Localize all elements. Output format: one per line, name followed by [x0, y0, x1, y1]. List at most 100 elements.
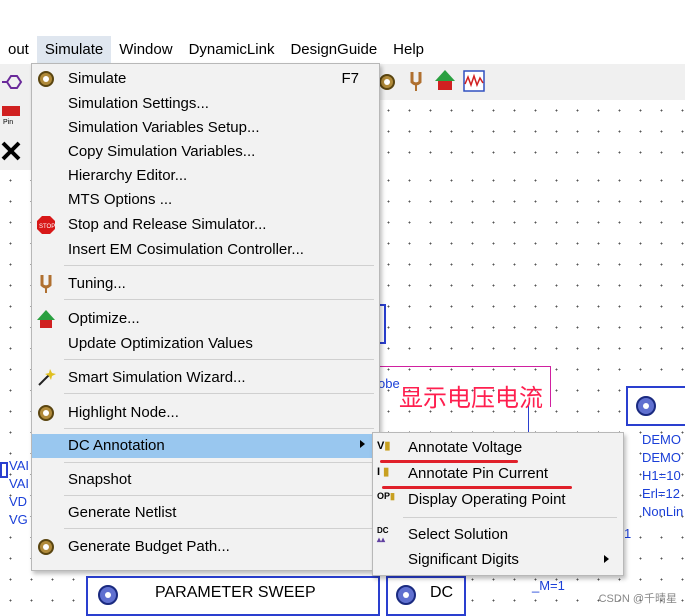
optimize-arrow-icon [37, 310, 55, 328]
menu-item-label: Highlight Node... [68, 404, 179, 421]
stop-icon: STOP [37, 216, 55, 234]
tuning-fork-icon[interactable] [405, 70, 427, 92]
menu-simulate[interactable]: Simulate [36, 36, 112, 64]
budget-gear-icon [38, 539, 54, 555]
menu-window[interactable]: Window [111, 36, 180, 64]
dc-annotation-submenu: V▮ Annotate Voltage I ▮ Annotate Pin Cur… [372, 432, 624, 576]
submenu-item-label: Display Operating Point [408, 491, 566, 508]
svg-text:STOP: STOP [39, 224, 55, 230]
menu-designguide[interactable]: DesignGuide [282, 36, 385, 64]
waveform-icon[interactable] [463, 70, 485, 92]
submenu-item-label: Select Solution [408, 526, 509, 543]
menu-layout[interactable]: out [0, 36, 37, 64]
menu-separator [64, 393, 374, 394]
shortcut-label: F7 [341, 70, 359, 87]
submenu-item-significant-digits[interactable]: Significant Digits [373, 548, 623, 572]
left-label-3: VD [9, 494, 28, 509]
left-label-2: VAI [9, 476, 29, 491]
menu-help[interactable]: Help [385, 36, 432, 64]
menu-item-label: Tuning... [68, 275, 126, 292]
menu-item-snapshot[interactable]: Snapshot [32, 468, 379, 492]
highlight-gear-icon [38, 405, 54, 421]
submenu-arrow-icon [360, 440, 365, 448]
menu-item-simulation-settings[interactable]: Simulation Settings... [32, 92, 379, 116]
menu-bar: out Simulate Window DynamicLink DesignGu… [0, 36, 685, 64]
gear-sim-icon [38, 71, 54, 87]
right-label-4: Erl=12 [642, 486, 680, 501]
submenu-item-display-operating-point[interactable]: OP▮ Display Operating Point [373, 488, 623, 512]
menu-item-highlight-node[interactable]: Highlight Node... [32, 401, 379, 425]
menu-separator [64, 428, 374, 429]
menu-item-generate-budget-path[interactable]: Generate Budget Path... [32, 535, 379, 559]
probe-label: obe [378, 376, 400, 391]
menu-separator [64, 265, 374, 266]
m-label: _M=1 [532, 578, 565, 593]
menu-item-label: Hierarchy Editor... [68, 167, 188, 184]
menu-separator [64, 299, 374, 300]
menu-item-label: Copy Simulation Variables... [68, 143, 256, 160]
gear-dc-icon [396, 585, 416, 605]
submenu-item-select-solution[interactable]: DC ▴▴ Select Solution [373, 523, 623, 547]
submenu-item-annotate-pin-current[interactable]: I ▮ Annotate Pin Current [373, 462, 623, 486]
simulate-menu: Simulate F7 Simulation Settings... Simul… [31, 63, 380, 571]
menu-item-label: Simulate [68, 70, 127, 87]
select-solution-icon: DC ▴▴ [377, 526, 389, 544]
operating-point-icon: OP▮ [377, 491, 395, 501]
menu-item-label: Stop and Release Simulator... [68, 216, 267, 233]
submenu-item-label: Annotate Voltage [408, 439, 523, 456]
left-label-1: VAI [9, 458, 29, 473]
menu-item-tuning[interactable]: Tuning... [32, 272, 379, 296]
menu-item-simulate[interactable]: Simulate F7 [32, 67, 379, 91]
menu-item-label: Optimize... [68, 310, 140, 327]
menu-separator [64, 495, 374, 496]
menu-item-label: Simulation Variables Setup... [68, 119, 260, 136]
menu-item-label: Insert EM Cosimulation Controller... [68, 241, 304, 258]
parameter-sweep-label: PARAMETER SWEEP [155, 584, 316, 601]
menu-separator [64, 359, 374, 360]
submenu-arrow-icon [604, 555, 609, 563]
menu-separator [64, 462, 374, 463]
menu-item-label: Snapshot [68, 471, 132, 488]
left-component [0, 462, 8, 478]
menu-item-smart-simulation-wizard[interactable]: Smart Simulation Wizard... [32, 366, 379, 390]
menu-item-simulation-variables-setup[interactable]: Simulation Variables Setup... [32, 116, 379, 140]
title-area [0, 0, 685, 36]
menu-item-label: DC Annotation [68, 437, 165, 454]
right-label-3: H1=10 [642, 468, 681, 483]
submenu-item-annotate-voltage[interactable]: V▮ Annotate Voltage [373, 436, 623, 460]
voltage-icon: V▮ [377, 440, 391, 452]
menu-item-hierarchy-editor[interactable]: Hierarchy Editor... [32, 164, 379, 188]
tuning-fork-icon [40, 275, 52, 293]
right-label-1: DEMO [642, 432, 681, 447]
delete-x-icon[interactable] [0, 140, 22, 162]
menu-item-label: Generate Netlist [68, 504, 177, 521]
svg-text:Pin: Pin [3, 119, 13, 126]
right-label-5: NonLin [642, 504, 684, 519]
menu-separator [64, 528, 374, 529]
menu-item-label: Update Optimization Values [68, 335, 253, 352]
menu-item-label: Simulation Settings... [68, 95, 209, 112]
menu-item-dc-annotation[interactable]: DC Annotation [32, 434, 379, 458]
pin-wire-icon[interactable]: Pin [0, 104, 22, 126]
menu-item-generate-netlist[interactable]: Generate Netlist [32, 501, 379, 525]
schematic-canvas-top[interactable] [378, 100, 685, 170]
demo-component [626, 386, 685, 426]
menu-item-mts-options[interactable]: MTS Options ... [32, 188, 379, 212]
dc-component[interactable] [386, 576, 466, 616]
menu-dynamiclink[interactable]: DynamicLink [181, 36, 283, 64]
menu-item-stop-release-simulator[interactable]: STOP Stop and Release Simulator... [32, 213, 379, 237]
side-number: 1 [624, 526, 632, 541]
menu-item-label: MTS Options ... [68, 191, 173, 208]
menu-item-copy-simulation-variables[interactable]: Copy Simulation Variables... [32, 140, 379, 164]
optimize-arrow-icon[interactable] [434, 69, 456, 91]
menu-item-insert-em-cosim[interactable]: Insert EM Cosimulation Controller... [32, 238, 379, 262]
right-label-2: DEMO [642, 450, 681, 465]
wizard-wand-icon [38, 369, 56, 386]
menu-item-label: Smart Simulation Wizard... [68, 369, 246, 386]
submenu-separator [403, 517, 617, 518]
menu-item-optimize[interactable]: Optimize... [32, 307, 379, 331]
annotation-text: 显示电压电流 [399, 385, 543, 412]
left-label-4: VG [9, 512, 28, 527]
menu-item-update-optimization-values[interactable]: Update Optimization Values [32, 332, 379, 356]
hex-shape-icon[interactable] [2, 71, 24, 93]
